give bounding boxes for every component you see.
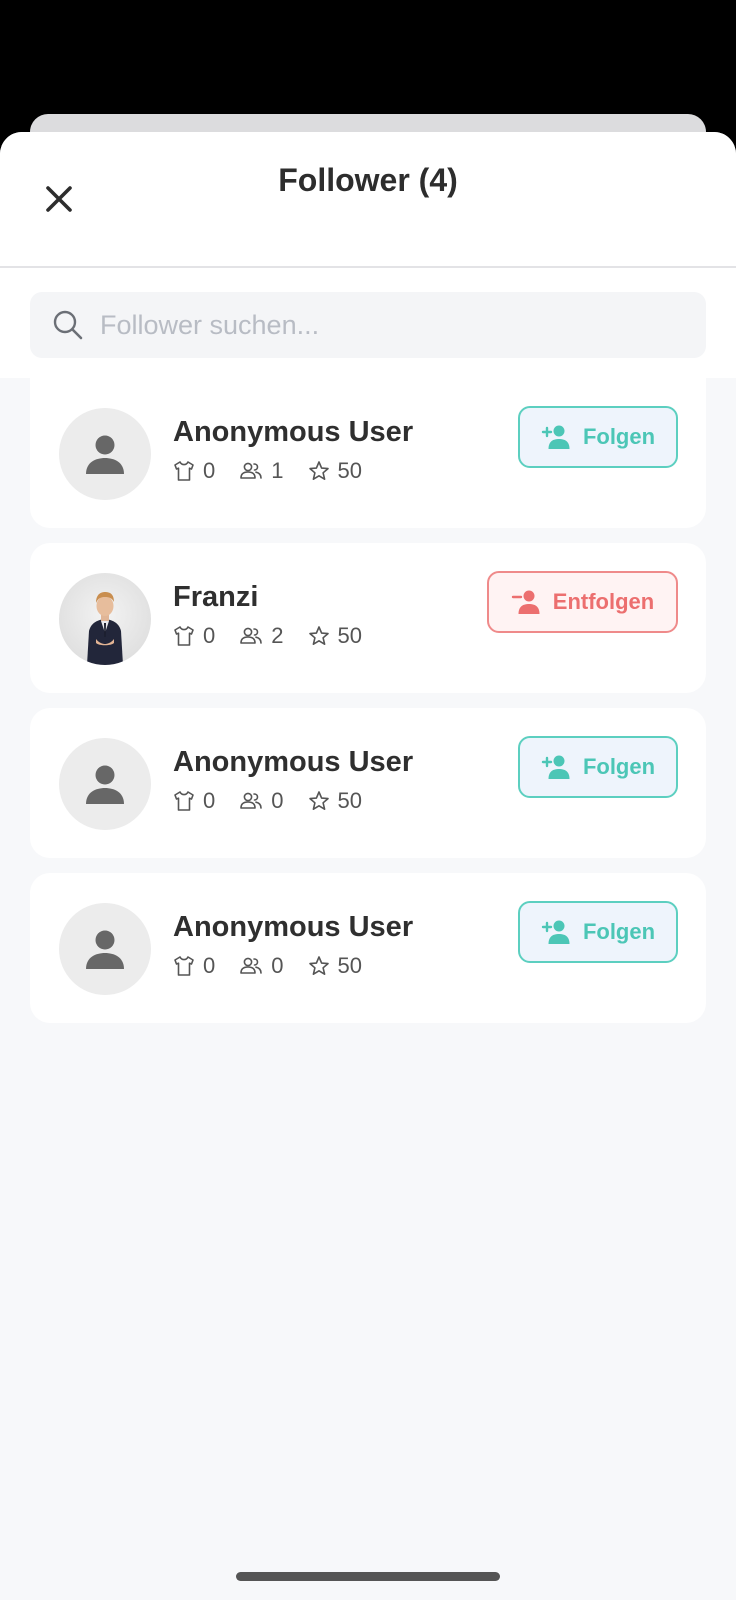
score-stat: 50	[308, 623, 362, 649]
user-name[interactable]: Franzi	[173, 581, 258, 614]
follow-label: Folgen	[582, 919, 656, 944]
screen: Follower (4) Anonymous User	[0, 0, 736, 1600]
profile-photo	[87, 592, 123, 665]
star-icon	[308, 626, 329, 645]
outfits-stat: 0	[173, 953, 215, 979]
follow-label: Folgen	[582, 754, 656, 779]
user-name[interactable]: Anonymous User	[173, 911, 413, 944]
follower-list: Anonymous User 0 1 50 Folgen Franzi 0 2 …	[30, 378, 706, 1038]
users-icon	[240, 957, 263, 974]
star-icon	[308, 461, 329, 480]
user-name[interactable]: Anonymous User	[173, 746, 413, 779]
header-divider	[0, 266, 736, 268]
outfits-count: 0	[203, 788, 216, 813]
user-stats: 0 2 50	[173, 623, 386, 649]
home-indicator[interactable]	[236, 1572, 500, 1581]
search-bar[interactable]	[30, 292, 706, 358]
users-icon	[240, 792, 263, 809]
follow-button[interactable]: Folgen	[518, 901, 678, 963]
avatar[interactable]	[59, 903, 151, 995]
default-person-icon	[86, 765, 124, 804]
add-user-icon	[541, 425, 570, 449]
followers-stat: 0	[239, 953, 284, 979]
score-stat: 50	[308, 458, 362, 484]
avatar[interactable]	[59, 738, 151, 830]
list-item[interactable]: Anonymous User 0 1 50 Folgen	[30, 378, 706, 528]
users-icon	[240, 627, 263, 644]
star-icon	[308, 791, 329, 810]
score-count: 50	[337, 623, 362, 648]
outfits-stat: 0	[173, 458, 215, 484]
users-icon	[240, 462, 263, 479]
list-item[interactable]: Anonymous User 0 0 50 Folgen	[30, 873, 706, 1023]
user-name[interactable]: Anonymous User	[173, 416, 413, 449]
avatar[interactable]	[59, 408, 151, 500]
add-user-icon	[541, 920, 570, 944]
followers-count: 2	[271, 623, 284, 648]
page-title: Follower (4)	[278, 162, 458, 198]
score-count: 50	[337, 788, 362, 813]
followers-count: 0	[271, 788, 284, 813]
score-count: 50	[337, 953, 362, 978]
list-item[interactable]: Franzi 0 2 50 Entfolgen	[30, 543, 706, 693]
default-person-icon	[86, 435, 124, 474]
follow-button[interactable]: Folgen	[518, 406, 678, 468]
search-input[interactable]	[100, 309, 660, 341]
followers-sheet: Follower (4) Anonymous User	[0, 132, 736, 1600]
unfollow-label: Entfolgen	[552, 589, 655, 614]
outfits-stat: 0	[173, 788, 215, 814]
shirt-icon	[174, 956, 194, 976]
score-stat: 50	[308, 788, 362, 814]
avatar[interactable]	[59, 573, 151, 665]
shirt-icon	[174, 461, 194, 481]
user-stats: 0 0 50	[173, 953, 386, 979]
add-user-icon	[541, 755, 570, 779]
score-stat: 50	[308, 953, 362, 979]
follow-label: Folgen	[582, 424, 656, 449]
outfits-count: 0	[203, 458, 216, 483]
sheet-header: Follower (4)	[0, 132, 736, 378]
default-person-icon	[86, 930, 124, 969]
remove-user-icon	[511, 590, 540, 614]
user-stats: 0 1 50	[173, 458, 386, 484]
outfits-count: 0	[203, 953, 216, 978]
followers-stat: 1	[239, 458, 284, 484]
score-count: 50	[337, 458, 362, 483]
shirt-icon	[174, 626, 194, 646]
outfits-count: 0	[203, 623, 216, 648]
followers-stat: 2	[239, 623, 284, 649]
followers-count: 0	[271, 953, 284, 978]
followers-stat: 0	[239, 788, 284, 814]
search-icon	[53, 310, 83, 340]
outfits-stat: 0	[173, 623, 215, 649]
user-stats: 0 0 50	[173, 788, 386, 814]
shirt-icon	[174, 791, 194, 811]
followers-count: 1	[271, 458, 284, 483]
list-item[interactable]: Anonymous User 0 0 50 Folgen	[30, 708, 706, 858]
follow-button[interactable]: Folgen	[518, 736, 678, 798]
star-icon	[308, 956, 329, 975]
unfollow-button[interactable]: Entfolgen	[487, 571, 678, 633]
